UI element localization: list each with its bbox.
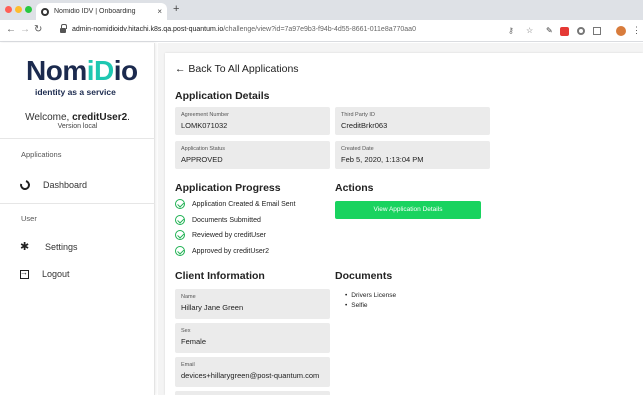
extension-box-icon[interactable]: [593, 27, 601, 35]
window-minimize-icon[interactable]: [15, 6, 22, 13]
back-to-applications-link[interactable]: ← Back To All Applications: [175, 63, 299, 75]
application-progress-heading: Application Progress: [175, 182, 281, 194]
reload-icon[interactable]: ↻: [34, 24, 42, 35]
application-panel: ← Back To All Applications Application D…: [165, 53, 643, 395]
browser-tab-strip: Nomidio IDV | Onboarding × +: [0, 0, 643, 20]
created-date-field: Created Date Feb 5, 2020, 1:13:04 PM: [335, 141, 490, 169]
key-icon[interactable]: ⚷: [508, 26, 514, 35]
logout-icon: [20, 268, 29, 279]
progress-item: Documents Submitted: [175, 215, 261, 225]
logo-tagline: identity as a service: [35, 87, 116, 97]
extension-circle-icon[interactable]: [577, 27, 585, 35]
window-maximize-icon[interactable]: [25, 6, 32, 13]
lock-icon[interactable]: [60, 24, 67, 33]
documents-heading: Documents: [335, 270, 393, 282]
client-sex-field: Sex Female: [175, 323, 330, 353]
sidebar-item-label: Dashboard: [43, 180, 88, 190]
client-email-field: Email devices+hillarygreen@post-quantum.…: [175, 357, 330, 387]
extension-red-icon[interactable]: [560, 27, 569, 36]
progress-item: Reviewed by creditUser: [175, 230, 266, 240]
sidebar-item-logout[interactable]: Logout: [0, 263, 155, 285]
section-label-user: User: [21, 214, 37, 223]
application-details-heading: Application Details: [175, 90, 270, 102]
forward-arrow-icon[interactable]: →: [20, 24, 30, 35]
sidebar-item-dashboard[interactable]: Dashboard: [0, 174, 155, 196]
welcome-message: Welcome, creditUser2.: [25, 112, 130, 123]
actions-heading: Actions: [335, 182, 374, 194]
view-application-details-button[interactable]: View Application Details: [335, 201, 481, 219]
url-text[interactable]: admin-nomidioidv.hitachi.k8s.qa.post-qua…: [72, 26, 416, 33]
progress-item: Approved by creditUser2: [175, 246, 269, 256]
version-label: Version local: [57, 123, 98, 130]
sidebar-item-label: Settings: [45, 242, 78, 252]
favicon-icon: [41, 7, 49, 16]
tab-close-icon[interactable]: ×: [157, 7, 162, 16]
profile-avatar-icon[interactable]: [616, 26, 626, 36]
sidebar-item-settings[interactable]: ✱ Settings: [0, 236, 155, 258]
star-icon[interactable]: ☆: [526, 26, 533, 35]
dashboard-icon: [18, 178, 32, 192]
sidebar-divider: [0, 203, 155, 204]
check-circle-icon: [175, 246, 185, 256]
check-circle-icon: [175, 215, 185, 225]
client-field-partial: [175, 391, 330, 395]
back-arrow-icon[interactable]: ←: [6, 24, 16, 35]
application-status-field: Application Status APPROVED: [175, 141, 330, 169]
client-information-heading: Client Information: [175, 270, 265, 282]
nomidio-logo: NomiDio: [26, 55, 138, 86]
agreement-number-field: Agreement Number LOMK071032: [175, 107, 330, 135]
main-content: ← Back To All Applications Application D…: [158, 43, 643, 395]
window-close-icon[interactable]: [5, 6, 12, 13]
sidebar: NomiDio identity as a service Welcome, c…: [0, 43, 155, 395]
check-circle-icon: [175, 230, 185, 240]
kebab-menu-icon[interactable]: ⋮: [632, 25, 641, 36]
client-name-field: Name Hillary Jane Green: [175, 289, 330, 319]
browser-tab[interactable]: Nomidio IDV | Onboarding ×: [36, 3, 167, 20]
check-circle-icon: [175, 199, 185, 209]
sidebar-divider: [0, 138, 155, 139]
new-tab-button[interactable]: +: [173, 3, 179, 15]
third-party-id-field: Third Party ID CreditBrkr063: [335, 107, 490, 135]
gear-icon: ✱: [20, 241, 30, 253]
progress-item: Application Created & Email Sent: [175, 199, 296, 209]
sidebar-item-label: Logout: [42, 269, 70, 279]
section-label-applications: Applications: [21, 150, 62, 159]
browser-toolbar: ← → ↻ admin-nomidioidv.hitachi.k8s.qa.po…: [0, 20, 643, 42]
document-item: Selfie: [345, 302, 367, 309]
tab-title: Nomidio IDV | Onboarding: [54, 8, 136, 15]
pen-icon[interactable]: ✎: [546, 26, 553, 35]
document-item: Drivers License: [345, 292, 396, 299]
